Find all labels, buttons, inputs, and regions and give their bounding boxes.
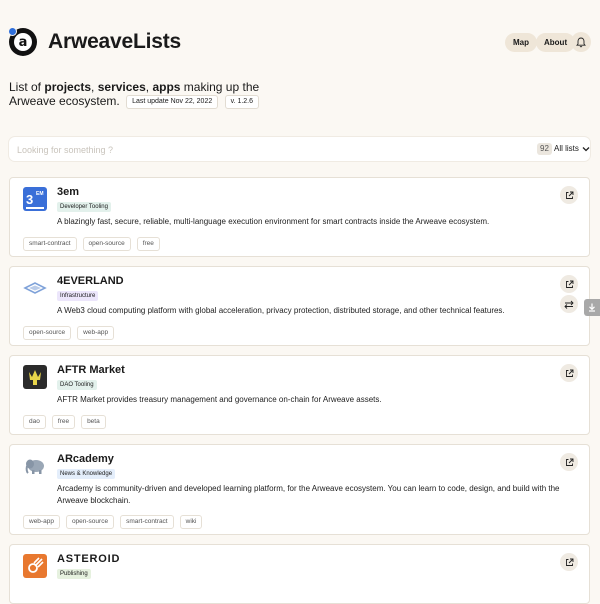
category-badge[interactable]: DAO Tooling xyxy=(57,380,97,390)
logo-letter: a xyxy=(14,33,32,51)
tag-list: dao free beta xyxy=(23,415,106,429)
about-button[interactable]: About xyxy=(536,33,576,52)
tag[interactable]: wiki xyxy=(179,515,203,529)
4everland-logo-icon xyxy=(23,276,47,300)
tag-list: open-source web-app xyxy=(23,326,115,340)
3em-logo-icon: 3 EM xyxy=(23,187,47,211)
tag[interactable]: open-source xyxy=(82,237,131,251)
category-badge[interactable]: News & Knowledge xyxy=(57,469,116,479)
map-button[interactable]: Map xyxy=(505,33,537,52)
tag[interactable]: dao xyxy=(23,415,46,429)
tag[interactable]: web-app xyxy=(77,326,115,340)
project-name[interactable]: ASTEROID xyxy=(57,553,120,565)
chevron-down-icon xyxy=(582,147,590,152)
tag[interactable]: open-source xyxy=(23,326,72,340)
category-badge[interactable]: Developer Tooling xyxy=(57,202,111,212)
search-bar: 92 All lists xyxy=(9,137,590,161)
bell-icon[interactable] xyxy=(571,32,591,52)
version-badge: v. 1.2.6 xyxy=(224,95,260,109)
project-card[interactable]: AFTR Market DAO Tooling AFTR Market prov… xyxy=(9,355,590,435)
app-title[interactable]: ArweaveLists xyxy=(48,30,181,54)
asteroid-logo-icon xyxy=(23,554,47,578)
project-name[interactable]: 3em xyxy=(57,186,79,198)
tag-list: smart-contract open-source free xyxy=(23,237,160,251)
svg-text:EM: EM xyxy=(36,191,44,197)
tag[interactable]: free xyxy=(51,415,76,429)
search-input[interactable] xyxy=(15,141,419,159)
last-update-badge: Last update Nov 22, 2022 xyxy=(126,95,219,109)
tag[interactable]: open-source xyxy=(65,515,115,529)
header: a ArweaveLists Map About xyxy=(0,0,600,80)
project-description: AFTR Market provides treasury management… xyxy=(57,395,382,404)
swap-icon[interactable] xyxy=(560,295,578,313)
results-count: 92 xyxy=(537,143,552,155)
tag[interactable]: free xyxy=(136,237,160,251)
external-link-icon[interactable] xyxy=(560,364,578,382)
intro-text: List of projects, services, apps making … xyxy=(9,80,260,109)
tag[interactable]: smart-contract xyxy=(120,515,174,529)
download-icon[interactable] xyxy=(584,299,600,316)
project-description: A Web3 cloud computing platform with glo… xyxy=(57,306,505,315)
tag[interactable]: smart-contract xyxy=(23,237,77,251)
logo-dot xyxy=(8,27,17,36)
project-name[interactable]: ARcademy xyxy=(57,453,114,465)
category-badge[interactable]: Publishing xyxy=(57,569,91,579)
project-description: A blazingly fast, secure, reliable, mult… xyxy=(57,217,490,226)
project-card[interactable]: ASTEROID Publishing xyxy=(9,544,590,604)
lists-dropdown[interactable]: All lists xyxy=(554,142,590,156)
lists-dropdown-label: All lists xyxy=(554,144,579,153)
project-card[interactable]: 4EVERLAND Infrastructure A Web3 cloud co… xyxy=(9,266,590,346)
tag-list: web-app open-source smart-contract wiki xyxy=(23,515,203,529)
project-card[interactable]: 3 EM 3em Developer Tooling A blazingly f… xyxy=(9,177,590,257)
project-name[interactable]: AFTR Market xyxy=(57,364,125,376)
external-link-icon[interactable] xyxy=(560,275,578,293)
project-name[interactable]: 4EVERLAND xyxy=(57,275,124,287)
tag[interactable]: beta xyxy=(81,415,106,429)
elephant-icon xyxy=(23,454,47,478)
external-link-icon[interactable] xyxy=(560,453,578,471)
tag[interactable]: web-app xyxy=(23,515,60,529)
project-card[interactable]: ARcademy News & Knowledge Arcademy is co… xyxy=(9,444,590,535)
svg-text:3: 3 xyxy=(26,192,33,207)
external-link-icon[interactable] xyxy=(560,186,578,204)
arweave-logo[interactable]: a xyxy=(8,27,37,56)
external-link-icon[interactable] xyxy=(560,553,578,571)
category-badge[interactable]: Infrastructure xyxy=(57,291,99,301)
project-description: Arcademy is community-driven and develop… xyxy=(57,484,560,505)
aftr-logo-icon xyxy=(23,365,47,389)
intro-line2: Arweave ecosystem. xyxy=(9,94,120,108)
